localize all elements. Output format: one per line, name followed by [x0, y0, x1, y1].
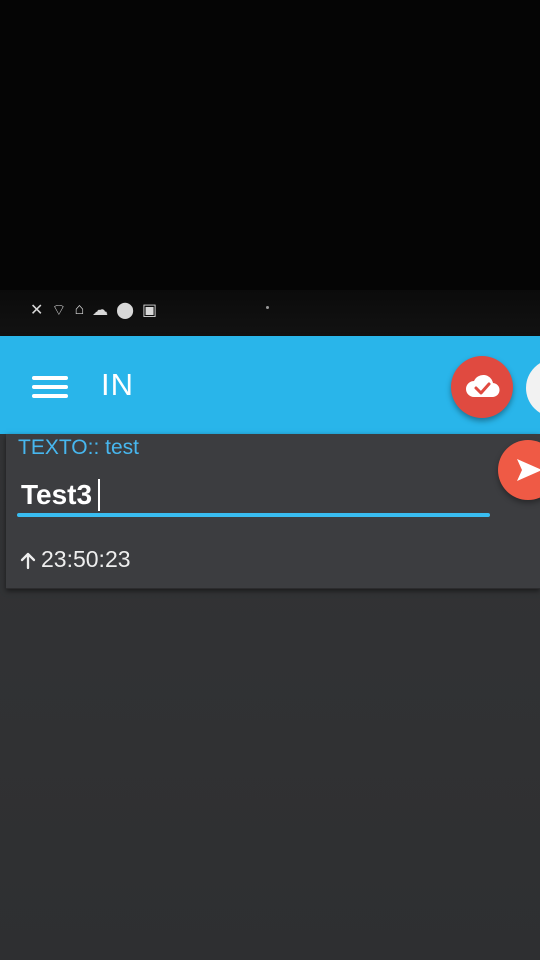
location-icon: ⬤: [116, 302, 135, 319]
cloud-sync-button[interactable]: [451, 356, 513, 418]
time-label: 23:50:23: [41, 546, 131, 572]
cloud-check-icon: [466, 374, 500, 398]
arrow-up-icon: [20, 552, 36, 569]
page-title: IN: [101, 367, 134, 402]
menu-bar-icon: [32, 376, 68, 380]
mute-icon: ✕: [30, 302, 44, 319]
message-card: TEXTO:: test Test3 23:50:23: [6, 434, 540, 589]
screen: ✕ ⌔ ⌂ ☁ ⬤ ▣ IN TEXTO:: test Test3 23:50:…: [0, 0, 540, 960]
battery-icon: [482, 306, 540, 320]
texto-label: TEXTO:: test: [18, 436, 139, 459]
status-bar: ✕ ⌔ ⌂ ☁ ⬤ ▣: [0, 290, 540, 336]
send-icon: [517, 459, 540, 481]
send-button[interactable]: [498, 440, 540, 500]
content-panel: TEXTO:: test Test3 23:50:23: [0, 434, 540, 960]
home-icon: ⌂: [74, 301, 85, 318]
mail-icon: ▣: [142, 302, 158, 319]
cloud-icon: ☁: [92, 302, 109, 319]
menu-bar-icon: [32, 385, 68, 389]
text-input-value[interactable]: Test3: [21, 479, 92, 511]
avatar-button[interactable]: [526, 359, 540, 417]
app-bar: IN: [0, 336, 540, 434]
menu-button[interactable]: [32, 376, 68, 400]
status-icons: ✕ ⌔ ⌂ ☁ ⬤ ▣: [30, 300, 157, 320]
text-cursor: [98, 479, 101, 511]
upload-time: 23:50:23: [18, 546, 131, 573]
status-dot: [266, 306, 269, 309]
wifi-icon: ⌔: [51, 302, 67, 319]
text-input[interactable]: Test3: [21, 477, 101, 513]
input-underline: [17, 513, 490, 517]
menu-bar-icon: [32, 394, 68, 398]
